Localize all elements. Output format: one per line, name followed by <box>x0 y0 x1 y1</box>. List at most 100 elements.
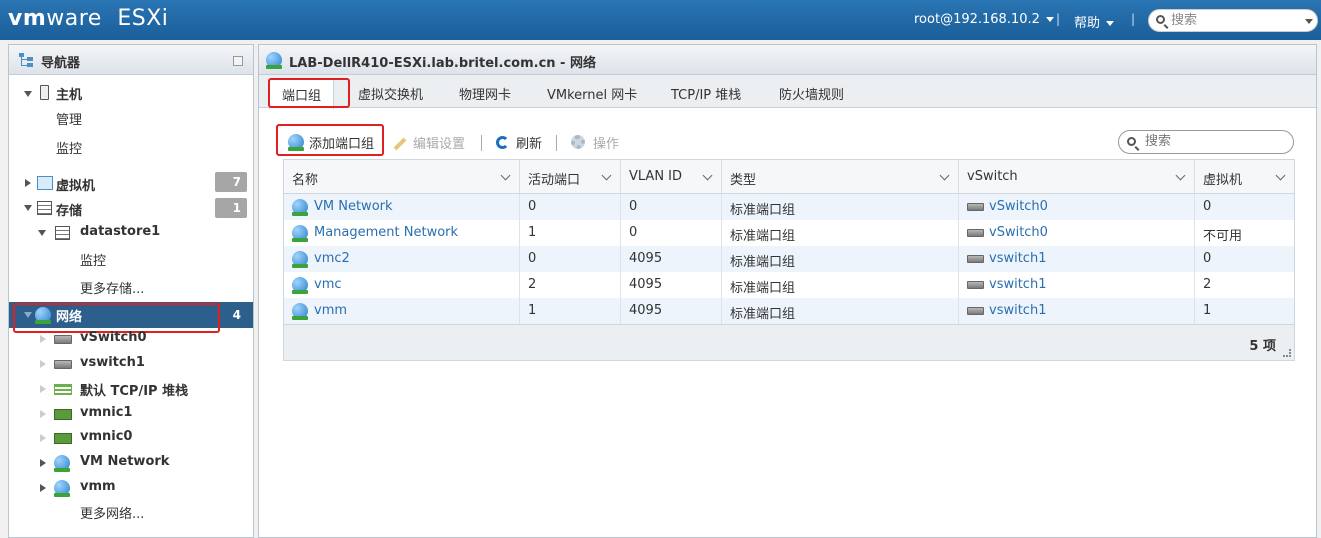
expand-icon[interactable] <box>24 91 32 97</box>
expand-icon[interactable] <box>40 335 46 343</box>
refresh-button[interactable]: 刷新 <box>516 133 542 152</box>
portgroup-icon <box>292 225 308 242</box>
cell-name[interactable]: vmc2 <box>284 246 520 272</box>
nav-item-vmnic0[interactable]: vmnic0 <box>80 429 132 444</box>
expand-icon[interactable] <box>40 484 46 492</box>
chevron-down-icon <box>1106 21 1115 26</box>
cell-text: vswitch1 <box>989 251 1047 266</box>
chevron-down-icon[interactable] <box>702 170 713 181</box>
resize-grip-icon[interactable] <box>1283 349 1291 357</box>
edit-settings-button[interactable]: 编辑设置 <box>413 133 465 152</box>
cell-text: vSwitch0 <box>989 225 1048 240</box>
actions-button[interactable]: 操作 <box>593 133 619 152</box>
chevron-down-icon[interactable] <box>1305 19 1313 24</box>
cell-text: vSwitch0 <box>989 199 1048 214</box>
column-header-vlan-id[interactable]: VLAN ID <box>621 160 722 194</box>
column-header-vswitch[interactable]: vSwitch <box>959 160 1195 194</box>
column-header-active-ports[interactable]: 活动端口 <box>520 160 621 194</box>
table-row[interactable]: vmm 1 4095 标准端口组 vswitch1 1 <box>284 298 1294 324</box>
expand-icon[interactable] <box>40 459 46 467</box>
expand-icon[interactable] <box>25 179 31 187</box>
top-search-input[interactable]: 搜索 <box>1148 9 1318 32</box>
tab-vmkernel-nics[interactable]: VMkernel 网卡 <box>547 84 637 103</box>
nav-item-vswitch0[interactable]: vSwitch0 <box>80 330 147 345</box>
cell-name[interactable]: vmc <box>284 272 520 298</box>
chevron-down-icon[interactable] <box>939 170 950 181</box>
vswitch-icon <box>967 203 984 211</box>
search-icon <box>1127 137 1136 146</box>
tab-tcpip-stacks[interactable]: TCP/IP 堆栈 <box>671 84 741 103</box>
vswitch-icon <box>54 335 72 344</box>
cell-text: vmc2 <box>314 251 350 266</box>
table-row[interactable]: vmc 2 4095 标准端口组 vswitch1 2 <box>284 272 1294 298</box>
nav-item-more-networks[interactable]: 更多网络... <box>80 503 144 522</box>
cell-type: 标准端口组 <box>722 246 959 272</box>
expand-icon[interactable] <box>40 434 46 442</box>
column-header-name[interactable]: 名称 <box>284 160 520 194</box>
cell-vswitch[interactable]: vSwitch0 <box>959 220 1195 246</box>
cell-active-ports: 0 <box>520 246 621 272</box>
storage-count-badge: 1 <box>215 198 247 218</box>
nav-item-vmnic1[interactable]: vmnic1 <box>80 405 132 420</box>
highlight-box <box>13 303 220 333</box>
nav-item-more-storage[interactable]: 更多存储... <box>80 278 144 297</box>
cell-vlan-id: 4095 <box>621 246 722 272</box>
tab-physical-nics[interactable]: 物理网卡 <box>459 84 511 103</box>
cell-name[interactable]: VM Network <box>284 194 520 220</box>
cell-text: vmm <box>314 303 348 318</box>
highlight-box <box>276 124 384 156</box>
cell-name[interactable]: vmm <box>284 298 520 324</box>
expand-icon[interactable] <box>40 385 46 393</box>
expand-icon[interactable] <box>24 205 32 211</box>
cell-text: Management Network <box>314 225 459 240</box>
table-row[interactable]: VM Network 0 0 标准端口组 vSwitch0 0 <box>284 194 1294 220</box>
help-menu[interactable]: 帮助 <box>1074 12 1115 31</box>
expand-icon[interactable] <box>40 360 46 368</box>
pencil-icon <box>393 137 407 151</box>
nav-item-vm-network[interactable]: VM Network <box>80 454 169 469</box>
vswitch-icon <box>967 255 984 263</box>
tab-virtual-switches[interactable]: 虚拟交换机 <box>358 84 423 103</box>
cell-vswitch[interactable]: vswitch1 <box>959 246 1195 272</box>
user-menu[interactable]: root@192.168.10.2 <box>914 12 1054 27</box>
cell-name[interactable]: Management Network <box>284 220 520 246</box>
logo-rest: ware <box>46 6 102 31</box>
nav-item-host-monitor[interactable]: 监控 <box>56 138 82 157</box>
cell-vswitch[interactable]: vswitch1 <box>959 298 1195 324</box>
portgroup-icon <box>54 480 70 497</box>
minimize-icon[interactable] <box>233 56 243 66</box>
table-row[interactable]: Management Network 1 0 标准端口组 vSwitch0 不可… <box>284 220 1294 246</box>
search-input[interactable]: 搜索 <box>1118 130 1294 154</box>
cell-vswitch[interactable]: vSwitch0 <box>959 194 1195 220</box>
user-label: root@192.168.10.2 <box>914 12 1040 27</box>
nav-item-tcpip[interactable]: 默认 TCP/IP 堆栈 <box>80 380 188 399</box>
table-footer: 5 项 <box>284 324 1294 360</box>
cell-vms: 1 <box>1203 303 1212 318</box>
chevron-down-icon[interactable] <box>601 170 612 181</box>
nav-item-manage[interactable]: 管理 <box>56 109 82 128</box>
nav-item-host[interactable]: 主机 <box>56 84 82 103</box>
cell-vlan-id: 4095 <box>621 272 722 298</box>
tab-firewall-rules[interactable]: 防火墙规则 <box>779 84 844 103</box>
nav-item-storage[interactable]: 存储 <box>56 200 82 219</box>
table-row[interactable]: vmc2 0 4095 标准端口组 vswitch1 0 <box>284 246 1294 272</box>
expand-icon[interactable] <box>40 410 46 418</box>
logo-brand: vm <box>8 6 47 31</box>
cell-text: vswitch1 <box>989 303 1047 318</box>
nav-item-datastore1[interactable]: datastore1 <box>80 224 160 239</box>
nav-item-vswitch1[interactable]: vswitch1 <box>80 355 145 370</box>
cell-vswitch[interactable]: vswitch1 <box>959 272 1195 298</box>
chevron-down-icon[interactable] <box>1175 170 1186 181</box>
storage-icon <box>37 201 52 215</box>
expand-icon[interactable] <box>38 230 46 236</box>
column-header-vms[interactable]: 虚拟机 <box>1195 160 1294 194</box>
vswitch-icon <box>967 307 984 315</box>
chevron-down-icon[interactable] <box>1275 170 1286 181</box>
nav-item-datastore-monitor[interactable]: 监控 <box>80 250 106 269</box>
vswitch-icon <box>54 360 72 369</box>
column-header-type[interactable]: 类型 <box>722 160 959 194</box>
nav-item-vms[interactable]: 虚拟机 <box>56 175 95 194</box>
nav-item-vmm[interactable]: vmm <box>80 479 116 494</box>
main-panel: LAB-DellR410-ESXi.lab.britel.com.cn - 网络… <box>258 44 1317 538</box>
chevron-down-icon[interactable] <box>500 170 511 181</box>
